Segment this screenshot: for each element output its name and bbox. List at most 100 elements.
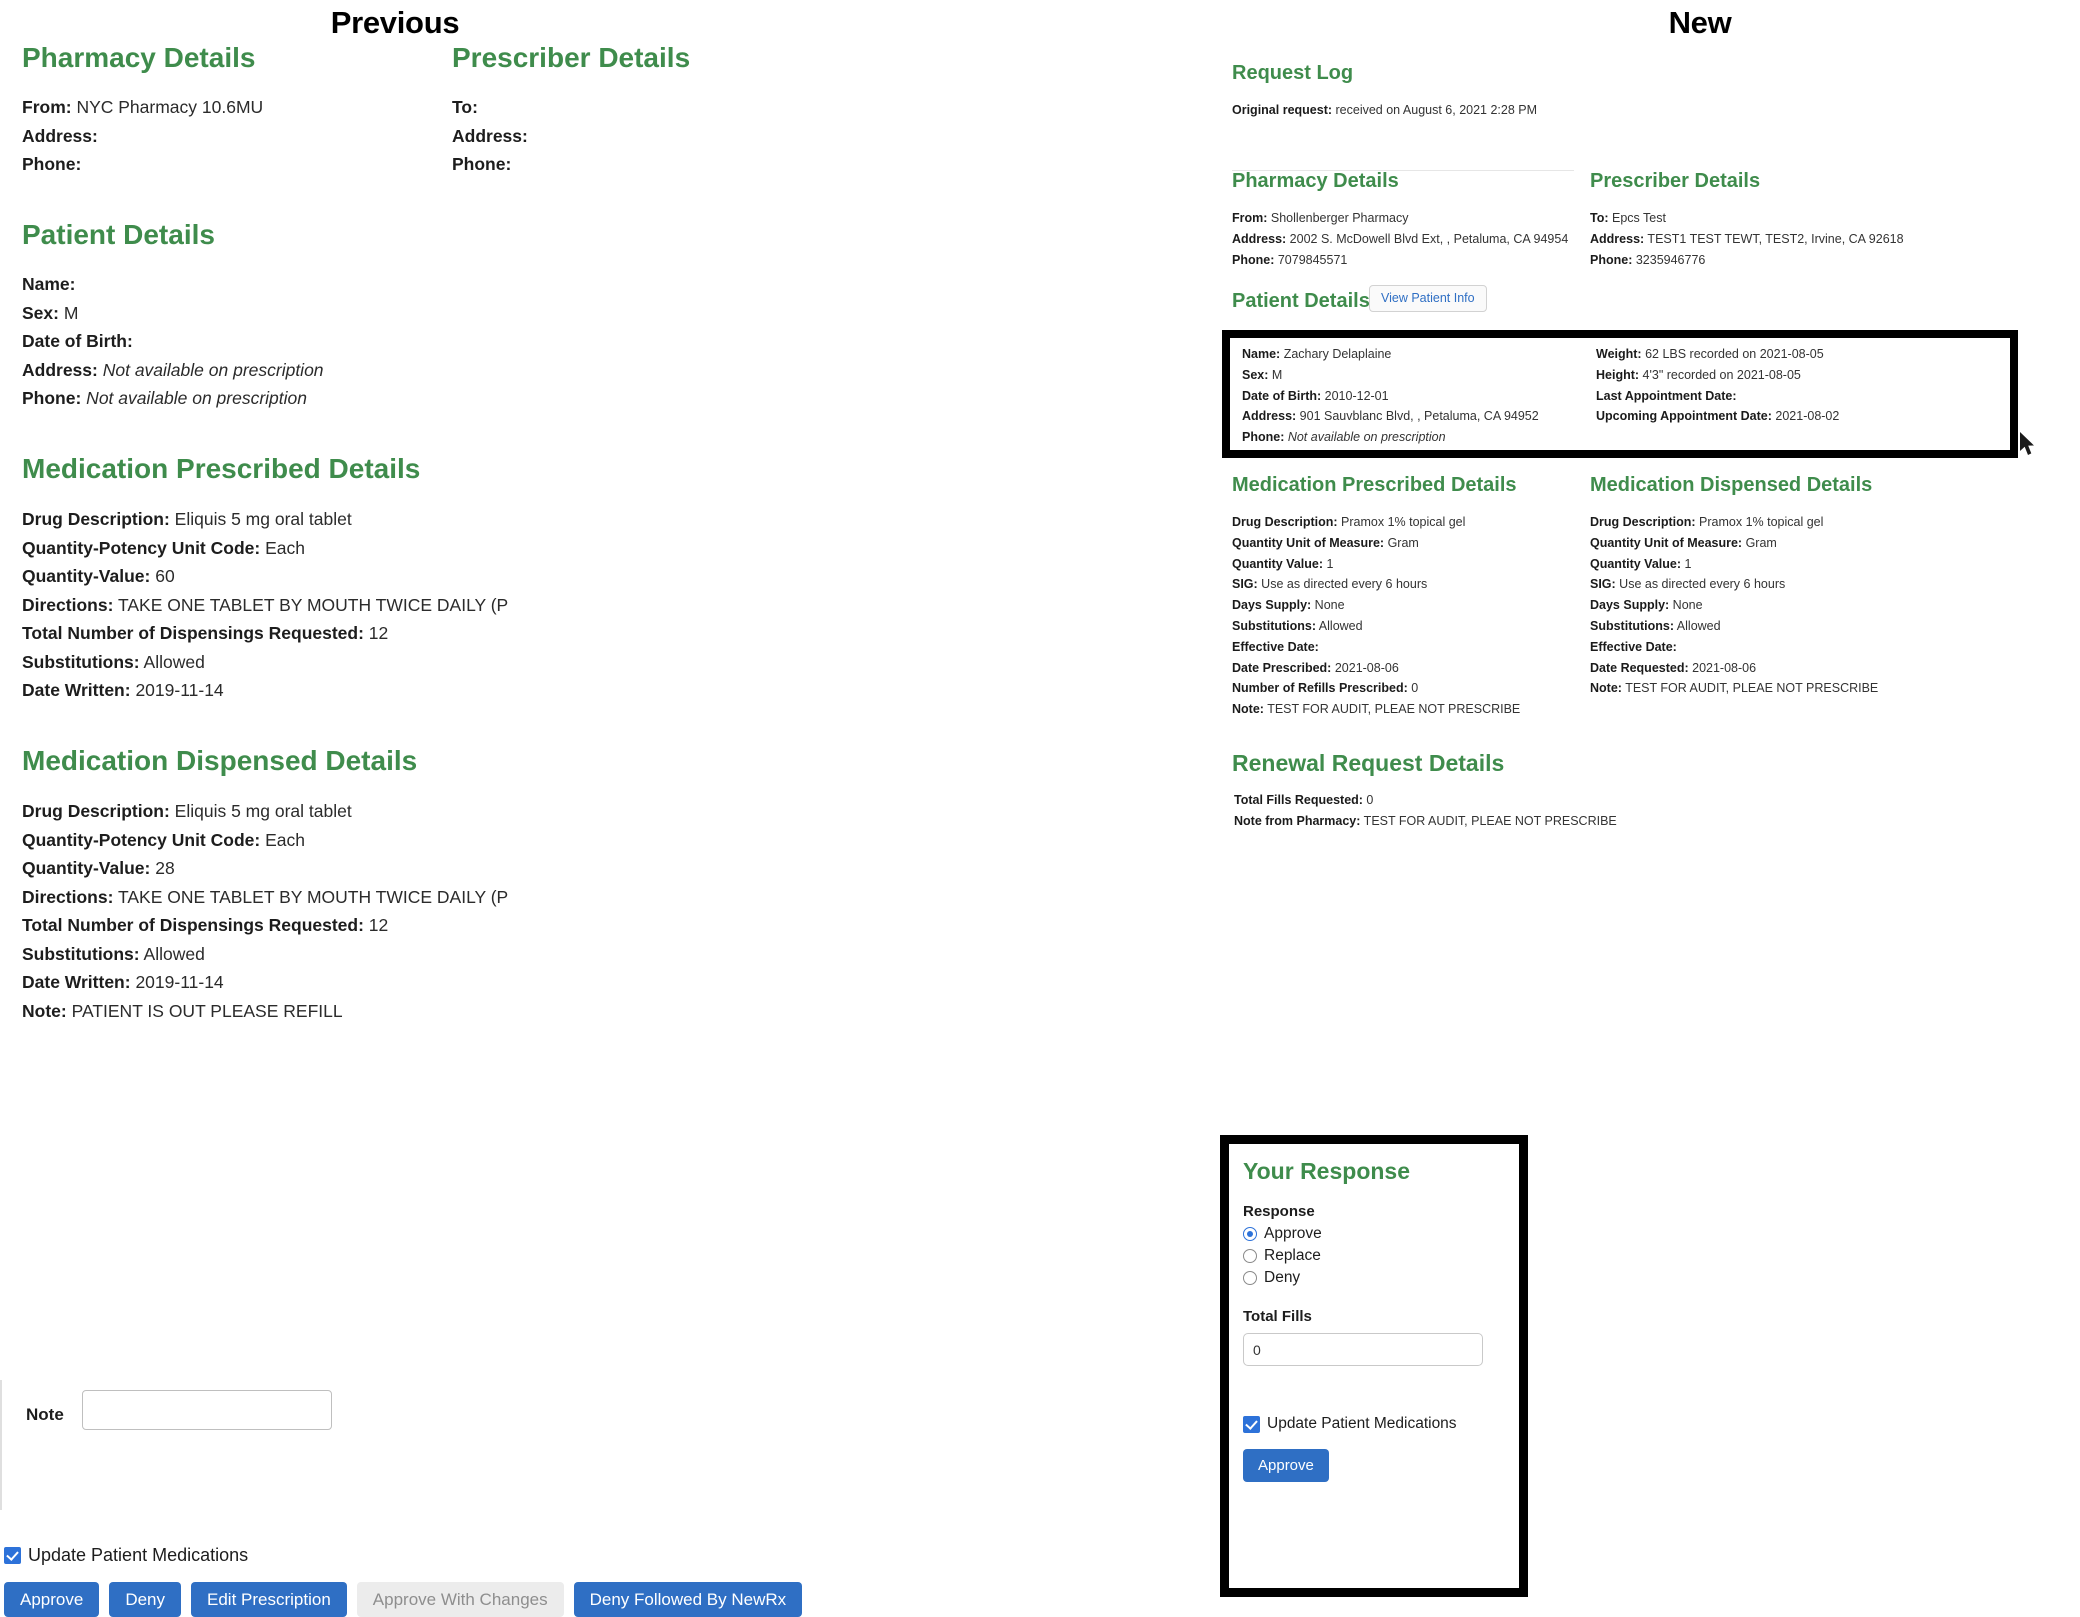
detail-row: Date Written: 2019-11-14 (22, 676, 508, 705)
detail-row: Date of Birth: 2010-12-01 (1242, 386, 1539, 407)
detail-row-value: TAKE ONE TABLET BY MOUTH TWICE DAILY (P (113, 594, 509, 615)
deny-followed-by-newrx-button[interactable]: Deny Followed By NewRx (573, 1582, 803, 1617)
detail-row: Name: Zachary Delaplaine (1242, 344, 1539, 365)
radio-option-approve[interactable]: Approve (1243, 1223, 1513, 1245)
detail-row-label: Total Fills Requested: (1234, 793, 1363, 807)
detail-row-value: Use as directed every 6 hours (1257, 577, 1428, 592)
detail-row-label: Date Requested: (1590, 660, 1689, 675)
checkbox-icon[interactable] (1243, 1415, 1260, 1433)
detail-row-label: Drug Description: (22, 801, 170, 821)
detail-row-value: 2019-11-14 (130, 972, 224, 992)
detail-row-label: Phone: (22, 154, 82, 174)
detail-row: Address: (452, 122, 528, 151)
detail-row-value: Use as directed every 6 hours (1615, 577, 1786, 592)
detail-row-value: 60 (150, 566, 175, 586)
update-patient-medications-row[interactable]: Update Patient Medications (1243, 1415, 1513, 1433)
medication-prescribed-list: Drug Description: Eliquis 5 mg oral tabl… (22, 505, 508, 705)
detail-row-value: Epcs Test (1608, 211, 1666, 225)
prescriber-details-heading: Prescriber Details (452, 42, 691, 73)
detail-row-value: 12 (363, 915, 389, 935)
detail-row-label: From: (1232, 211, 1268, 225)
detail-row-label: To: (1590, 211, 1609, 225)
detail-row-label: Upcoming Appointment Date: (1596, 409, 1772, 424)
detail-row-label: Date Written: (22, 972, 131, 992)
detail-row-label: Drug Description: (1232, 515, 1338, 529)
checkbox-icon[interactable] (4, 1547, 21, 1564)
detail-row: Total Fills Requested: 0 (1234, 790, 1617, 811)
detail-row: Sex: M (1242, 365, 1539, 386)
detail-row-value: None (1669, 598, 1703, 613)
detail-row: Directions: TAKE ONE TABLET BY MOUTH TWI… (22, 883, 508, 912)
detail-row-value: 2021-08-06 (1688, 660, 1757, 675)
detail-row: Effective Date: (1590, 637, 1878, 658)
note-input[interactable] (81, 1390, 332, 1430)
detail-row-value: Each (260, 829, 305, 850)
update-patient-medications-row[interactable]: Update Patient Medications (4, 1545, 248, 1566)
detail-row-value: 3235946776 (1632, 252, 1706, 267)
detail-row: Upcoming Appointment Date: 2021-08-02 (1596, 406, 1839, 427)
detail-row-label: Address: (452, 125, 528, 146)
detail-row: Quantity Value: 1 (1590, 554, 1878, 575)
approve-button[interactable]: Approve (1243, 1449, 1329, 1482)
radio-icon[interactable] (1243, 1249, 1257, 1263)
detail-row: To: Epcs Test (1590, 208, 1904, 229)
detail-row: Address: 901 Sauvblanc Blvd, , Petaluma,… (1242, 406, 1539, 427)
detail-row-label: Quantity-Value: (22, 566, 151, 586)
detail-row-label: Name: (22, 274, 76, 294)
detail-row-label: Drug Description: (1590, 515, 1696, 529)
detail-row: Substitutions: Allowed (1232, 616, 1520, 637)
detail-row: Phone: (452, 150, 528, 179)
detail-row: From: NYC Pharmacy 10.6MU (22, 93, 263, 122)
detail-row-value: 1 (1681, 556, 1692, 571)
detail-row: Phone: 3235946776 (1590, 250, 1904, 271)
detail-row-label: Quantity Unit of Measure: (1232, 535, 1385, 550)
detail-row-label: Address: (1242, 409, 1297, 424)
radio-option-label: Approve (1264, 1225, 1322, 1242)
medication-dispensed-heading: Medication Dispensed Details (1590, 474, 1873, 496)
detail-row-label: Effective Date: (1590, 639, 1677, 654)
detail-row-value: 2021-08-06 (1331, 660, 1399, 675)
detail-row: Date Prescribed: 2021-08-06 (1232, 658, 1520, 679)
detail-row-value: Each (260, 537, 305, 558)
previous-version-panel: Pharmacy Details From: NYC Pharmacy 10.6… (0, 0, 1040, 1617)
total-fills-label: Total Fills (1243, 1308, 1312, 1325)
detail-row: Quantity Value: 1 (1232, 554, 1520, 575)
detail-row-value: Not available on prescription (97, 359, 324, 380)
edit-prescription-button[interactable]: Edit Prescription (191, 1582, 347, 1617)
detail-row: Address: 2002 S. McDowell Blvd Ext, , Pe… (1232, 229, 1568, 250)
detail-row: Address: (22, 122, 263, 151)
patient-details-heading: Patient Details (22, 219, 215, 250)
detail-row-label: Address: (22, 359, 98, 380)
approve-button[interactable]: Approve (4, 1582, 100, 1617)
patient-details-left-list: Name: Zachary Delaplaine Sex: M Date of Bi… (1242, 344, 1539, 448)
detail-row-value: Not available on prescription (1284, 430, 1446, 445)
detail-row-label: To: (452, 97, 478, 117)
radio-option-replace[interactable]: Replace (1243, 1245, 1513, 1267)
total-fills-input[interactable] (1243, 1333, 1483, 1366)
detail-row: Substitutions: Allowed (22, 648, 508, 677)
detail-row-value: TEST FOR AUDIT, PLEAE NOT PRESCRIBE (1263, 702, 1521, 717)
radio-icon[interactable] (1243, 1271, 1257, 1285)
detail-row-label: Quantity Value: (1590, 556, 1681, 571)
detail-row: Sex: M (22, 299, 324, 328)
detail-row-label: Phone: (452, 154, 512, 174)
detail-row-label: Substitutions: (1590, 618, 1675, 633)
detail-row-label: Sex: (1242, 367, 1269, 382)
detail-row-label: Quantity Value: (1232, 556, 1323, 571)
detail-row-label: Date Written: (22, 680, 131, 700)
detail-row-value: Gram (1384, 535, 1419, 550)
renewal-request-list: Total Fills Requested: 0 Note from Pharma… (1234, 790, 1617, 832)
radio-icon[interactable] (1243, 1227, 1257, 1241)
detail-row-value: 28 (150, 858, 175, 878)
pharmacy-details-heading: Pharmacy Details (22, 42, 256, 73)
view-patient-info-button[interactable]: View Patient Info (1369, 285, 1487, 312)
detail-row-value: 2002 S. McDowell Blvd Ext, , Petaluma, C… (1286, 231, 1569, 246)
new-version-panel: Request Log Original request: received o… (1220, 0, 2080, 1614)
detail-row: Substitutions: Allowed (1590, 616, 1878, 637)
update-patient-medications-label: Update Patient Medications (1267, 1415, 1457, 1432)
radio-option-deny[interactable]: Deny (1243, 1267, 1513, 1289)
medication-dispensed-list: Drug Description: Eliquis 5 mg oral tabl… (22, 797, 508, 1025)
detail-row: Drug Description: Eliquis 5 mg oral tabl… (22, 505, 508, 534)
deny-button[interactable]: Deny (109, 1582, 182, 1617)
detail-row-label: Quantity-Potency Unit Code: (22, 829, 261, 850)
